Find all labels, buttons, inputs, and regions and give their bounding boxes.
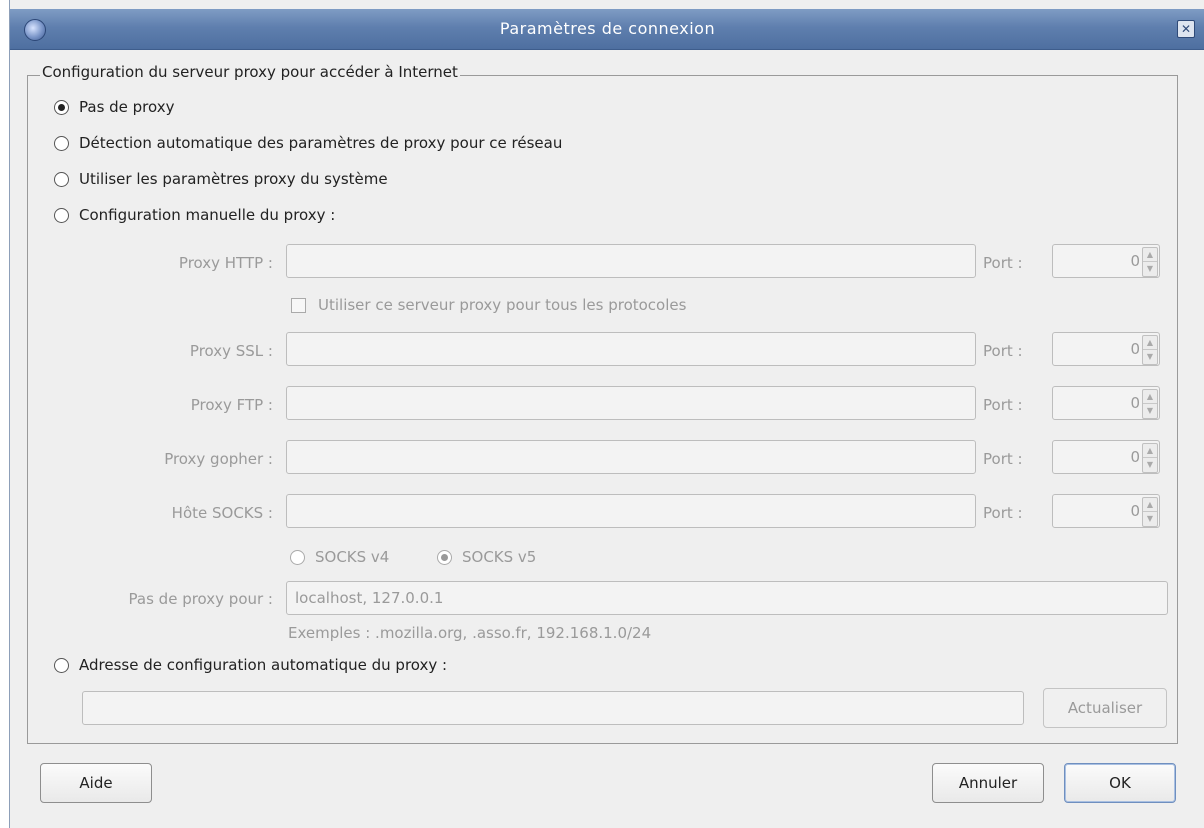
spin-arrows-icon[interactable]: ▲ ▼ bbox=[1142, 497, 1158, 527]
no-proxy-label: Pas de proxy bbox=[79, 98, 175, 116]
ssl-port-value: 0 bbox=[1130, 340, 1140, 358]
window-title: Paramètres de connexion bbox=[499, 19, 716, 38]
auto-config-label: Adresse de configuration automatique du … bbox=[79, 656, 448, 674]
ssl-proxy-input[interactable] bbox=[286, 332, 976, 366]
socks-host-label: Hôte SOCKS : bbox=[171, 504, 273, 522]
auto-detect-label: Détection automatique des paramètres de … bbox=[79, 134, 563, 152]
socks-v5-option[interactable]: SOCKS v5 bbox=[437, 548, 536, 566]
ssl-proxy-label: Proxy SSL : bbox=[189, 342, 273, 360]
no-proxy-radio[interactable] bbox=[54, 99, 69, 115]
examples-hint: Exemples : .mozilla.org, .asso.fr, 192.1… bbox=[288, 624, 652, 642]
option-no-proxy[interactable]: Pas de proxy bbox=[54, 98, 175, 116]
help-button[interactable]: Aide bbox=[40, 763, 152, 803]
ftp-port-label: Port : bbox=[983, 396, 1023, 414]
close-icon[interactable]: ✕ bbox=[1177, 20, 1195, 38]
title-bar[interactable]: Paramètres de connexion ✕ bbox=[10, 9, 1204, 50]
auto-config-url-input[interactable] bbox=[82, 691, 1024, 725]
manual-proxy-label: Configuration manuelle du proxy : bbox=[79, 206, 336, 224]
gopher-port-value: 0 bbox=[1130, 448, 1140, 466]
socks-v5-radio[interactable] bbox=[437, 549, 452, 565]
ssl-port-spinner[interactable]: 0 ▲ ▼ bbox=[1052, 332, 1160, 366]
socks-port-value: 0 bbox=[1130, 502, 1140, 520]
ftp-proxy-label: Proxy FTP : bbox=[190, 396, 273, 414]
use-for-all-option[interactable]: Utiliser ce serveur proxy pour tous les … bbox=[291, 296, 686, 314]
http-port-label: Port : bbox=[983, 254, 1023, 272]
socks-v4-option[interactable]: SOCKS v4 bbox=[290, 548, 389, 566]
ok-button[interactable]: OK bbox=[1064, 763, 1176, 803]
socks-port-spinner[interactable]: 0 ▲ ▼ bbox=[1052, 494, 1160, 528]
http-proxy-input[interactable] bbox=[286, 244, 976, 278]
manual-proxy-radio[interactable] bbox=[54, 207, 69, 223]
socks-v4-radio[interactable] bbox=[290, 549, 305, 565]
http-port-spinner[interactable]: 0 ▲ ▼ bbox=[1052, 244, 1160, 278]
option-auto-detect[interactable]: Détection automatique des paramètres de … bbox=[54, 134, 562, 152]
auto-detect-radio[interactable] bbox=[54, 135, 69, 151]
socks-port-label: Port : bbox=[983, 504, 1023, 522]
socks-v4-label: SOCKS v4 bbox=[315, 548, 390, 566]
spin-arrows-icon[interactable]: ▲ ▼ bbox=[1142, 247, 1158, 277]
system-proxy-radio[interactable] bbox=[54, 171, 69, 187]
gopher-port-spinner[interactable]: 0 ▲ ▼ bbox=[1052, 440, 1160, 474]
option-manual-proxy[interactable]: Configuration manuelle du proxy : bbox=[54, 206, 335, 224]
option-auto-config-url[interactable]: Adresse de configuration automatique du … bbox=[54, 656, 447, 674]
cancel-button[interactable]: Annuler bbox=[932, 763, 1044, 803]
group-legend: Configuration du serveur proxy pour accé… bbox=[40, 63, 460, 81]
ftp-port-value: 0 bbox=[1130, 394, 1140, 412]
no-proxy-for-input[interactable]: localhost, 127.0.0.1 bbox=[286, 581, 1168, 615]
system-proxy-label: Utiliser les paramètres proxy du système bbox=[79, 170, 388, 188]
socks-host-input[interactable] bbox=[286, 494, 976, 528]
reload-button[interactable]: Actualiser bbox=[1043, 688, 1167, 728]
use-for-all-label: Utiliser ce serveur proxy pour tous les … bbox=[318, 296, 687, 314]
gopher-port-label: Port : bbox=[983, 450, 1023, 468]
socks-v5-label: SOCKS v5 bbox=[462, 548, 537, 566]
spin-arrows-icon[interactable]: ▲ ▼ bbox=[1142, 443, 1158, 473]
gopher-proxy-input[interactable] bbox=[286, 440, 976, 474]
ftp-proxy-input[interactable] bbox=[286, 386, 976, 420]
http-port-value: 0 bbox=[1130, 252, 1140, 270]
option-system-proxy[interactable]: Utiliser les paramètres proxy du système bbox=[54, 170, 388, 188]
auto-config-radio[interactable] bbox=[54, 657, 69, 673]
ftp-port-spinner[interactable]: 0 ▲ ▼ bbox=[1052, 386, 1160, 420]
spin-arrows-icon[interactable]: ▲ ▼ bbox=[1142, 335, 1158, 365]
http-proxy-label: Proxy HTTP : bbox=[178, 254, 273, 272]
no-proxy-for-label: Pas de proxy pour : bbox=[128, 590, 273, 608]
ssl-port-label: Port : bbox=[983, 342, 1023, 360]
spin-arrows-icon[interactable]: ▲ ▼ bbox=[1142, 389, 1158, 419]
gopher-proxy-label: Proxy gopher : bbox=[164, 450, 273, 468]
use-for-all-checkbox[interactable] bbox=[291, 297, 306, 313]
